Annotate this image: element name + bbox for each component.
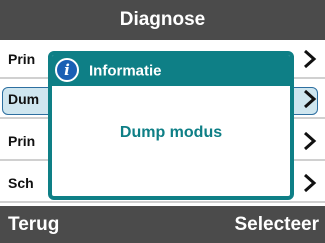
chevron-right-icon	[304, 89, 317, 109]
menu-item-label: Prin	[8, 133, 36, 149]
menu-item-label: Sch	[8, 175, 34, 191]
menu-item-label: Prin	[8, 51, 36, 67]
back-button[interactable]: Terug	[8, 214, 59, 236]
dialog-title: Informatie	[89, 62, 162, 79]
page-title: Diagnose	[119, 9, 206, 30]
info-dialog: i Informatie Dump modus	[48, 51, 294, 200]
info-icon: i	[55, 58, 79, 82]
footer-bar: Terug Selecteer	[0, 206, 325, 243]
screen: Diagnose Prin Dum Prin Sch Terug Selecte…	[0, 0, 325, 243]
dialog-message: Dump modus	[119, 124, 223, 141]
dialog-header: i Informatie	[52, 55, 290, 86]
title-bar: Diagnose	[0, 0, 325, 40]
select-button[interactable]: Selecteer	[234, 214, 319, 236]
chevron-right-icon	[304, 131, 317, 151]
menu-item-label: Dum	[8, 91, 40, 107]
chevron-right-icon	[304, 173, 317, 193]
dialog-body: Dump modus	[52, 86, 290, 196]
chevron-right-icon	[304, 49, 317, 69]
